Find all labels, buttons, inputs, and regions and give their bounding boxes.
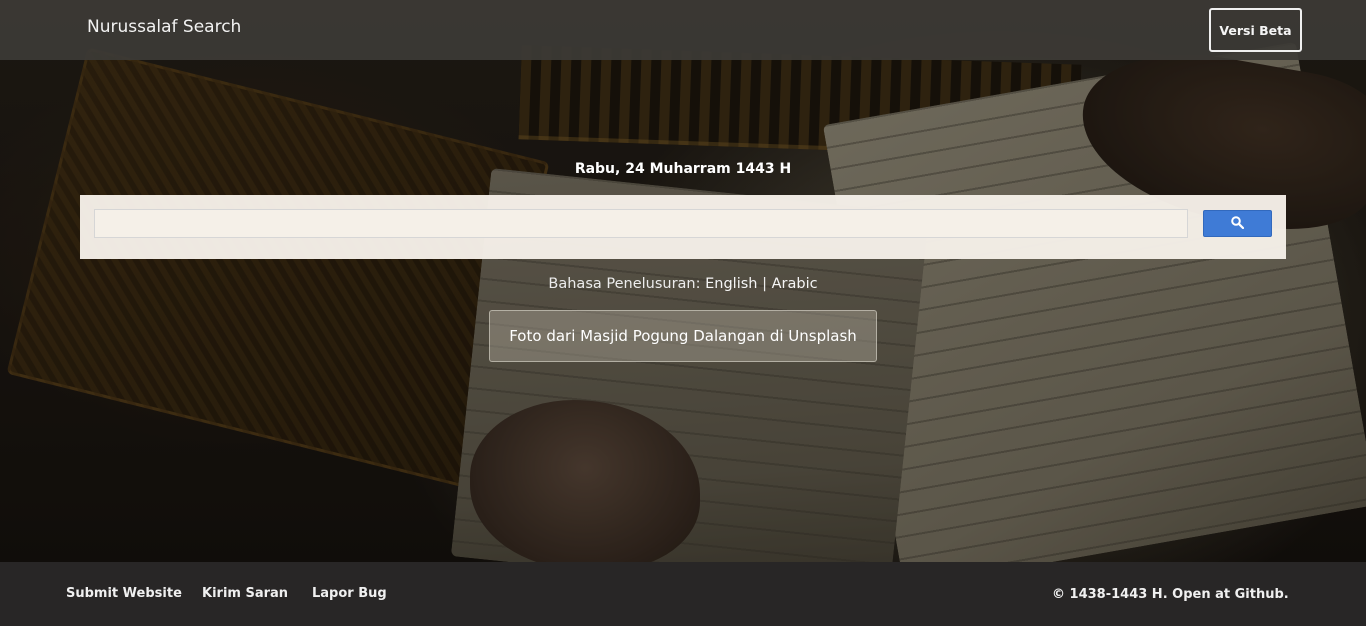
hijri-date: Rabu, 24 Muharram 1443 H (574, 161, 792, 177)
search-icon (1231, 214, 1245, 233)
beta-version-button[interactable]: Versi Beta (1209, 8, 1302, 52)
copyright-text: © 1438-1443 H. Open at (1052, 587, 1231, 602)
footer-copyright: © 1438-1443 H. Open at Github. (1052, 587, 1289, 602)
footer: Submit Website Kirim Saran Lapor Bug © 1… (0, 562, 1366, 626)
language-arabic-link[interactable]: Arabic (772, 276, 818, 292)
top-navbar: Nurussalaf Search Versi Beta (0, 0, 1366, 60)
footer-link-lapor-bug[interactable]: Lapor Bug (312, 586, 387, 601)
search-language-label: Bahasa Penelusuran: (548, 276, 701, 292)
search-box (80, 195, 1286, 259)
github-link[interactable]: Github. (1235, 587, 1289, 602)
search-input[interactable] (94, 209, 1188, 238)
language-separator: | (762, 276, 767, 292)
photo-credit-button[interactable]: Foto dari Masjid Pogung Dalangan di Unsp… (489, 310, 877, 362)
language-english-link[interactable]: English (705, 276, 757, 292)
search-language-selector: Bahasa Penelusuran: English | Arabic (0, 276, 1366, 292)
footer-link-submit-website[interactable]: Submit Website (66, 586, 182, 601)
brand-link[interactable]: Nurussalaf Search (87, 17, 241, 37)
footer-link-kirim-saran[interactable]: Kirim Saran (202, 586, 288, 601)
search-button[interactable] (1203, 210, 1272, 237)
